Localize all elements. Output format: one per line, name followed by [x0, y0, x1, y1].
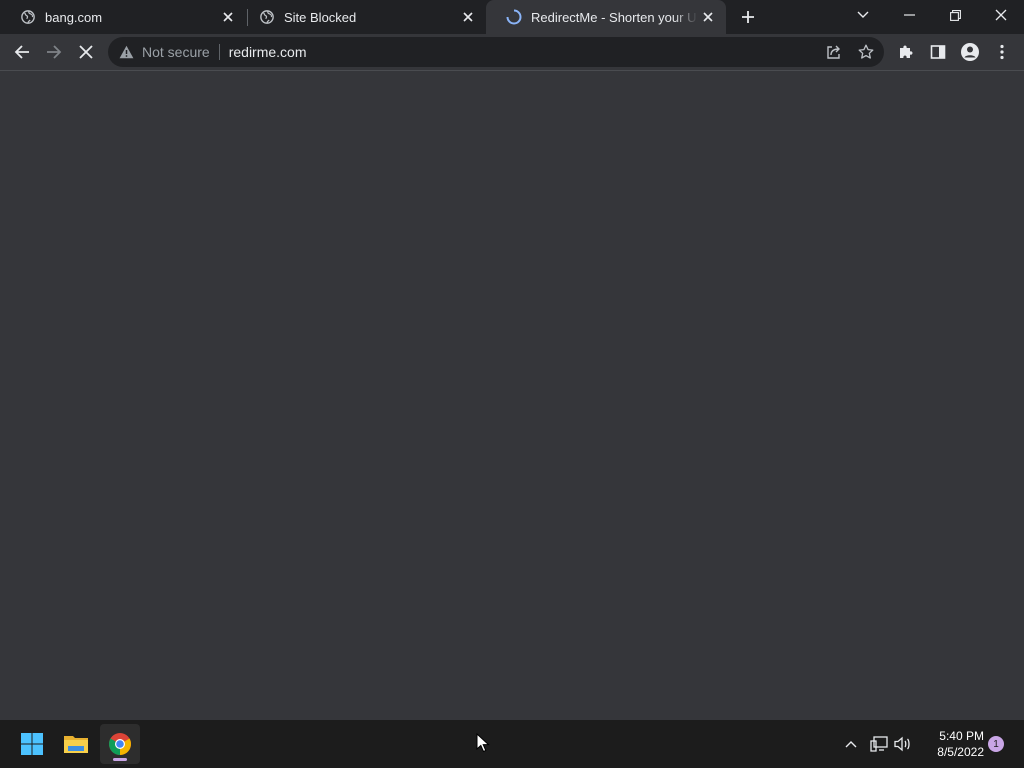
warning-icon[interactable]	[118, 44, 134, 60]
close-tab-icon[interactable]	[458, 7, 478, 27]
restore-button[interactable]	[932, 0, 978, 30]
plus-icon	[742, 11, 754, 23]
system-clock[interactable]: 5:40 PM 8/5/2022	[920, 728, 984, 760]
url-text[interactable]: redirme.com	[229, 44, 307, 60]
mouse-cursor-icon	[476, 733, 490, 753]
chrome-icon	[109, 733, 131, 755]
avatar-icon	[961, 43, 979, 61]
side-panel-button[interactable]	[924, 38, 952, 66]
network-icon[interactable]	[867, 732, 891, 756]
volume-icon[interactable]	[891, 732, 915, 756]
share-icon[interactable]	[822, 40, 846, 64]
windows-logo-icon	[21, 733, 43, 755]
active-app-indicator	[113, 758, 127, 761]
page-content[interactable]	[0, 71, 1024, 720]
folder-icon	[64, 736, 88, 753]
side-panel-icon	[930, 45, 946, 59]
browser-toolbar: Not secure redirme.com	[0, 34, 1024, 70]
globe-icon	[259, 9, 275, 25]
globe-icon	[20, 9, 36, 25]
security-status[interactable]: Not secure	[142, 44, 210, 60]
chrome-menu-button[interactable]	[988, 38, 1016, 66]
extensions-button[interactable]	[892, 38, 920, 66]
puzzle-icon	[900, 45, 913, 58]
minimize-icon	[903, 14, 915, 16]
file-explorer-button[interactable]	[56, 724, 96, 764]
chevron-down-icon	[857, 11, 869, 18]
address-bar[interactable]: Not secure redirme.com	[108, 37, 884, 67]
tab-title: Site Blocked	[284, 9, 357, 25]
profile-button[interactable]	[956, 38, 984, 66]
stop-loading-button[interactable]	[72, 38, 100, 66]
close-icon	[79, 45, 93, 59]
tab-redirectme[interactable]: RedirectMe - Shorten your URL to	[486, 0, 726, 34]
close-tab-icon[interactable]	[698, 7, 718, 27]
tab-search-button[interactable]	[840, 0, 886, 30]
close-window-button[interactable]	[978, 0, 1024, 30]
start-button[interactable]	[12, 724, 52, 764]
tab-title: bang.com	[45, 9, 103, 25]
clock-date: 8/5/2022	[937, 745, 984, 759]
close-tab-icon[interactable]	[218, 7, 238, 27]
loading-spinner-icon	[506, 9, 522, 25]
show-hidden-icons-button[interactable]	[839, 732, 863, 756]
new-tab-button[interactable]	[737, 6, 759, 28]
close-icon	[995, 9, 1007, 21]
tab-title: RedirectMe - Shorten your URL to	[531, 9, 698, 25]
omnibox-divider	[218, 44, 220, 60]
tab-site-blocked[interactable]: Site Blocked	[239, 0, 486, 34]
tab-bang[interactable]: bang.com	[0, 0, 246, 34]
more-vertical-icon	[1000, 44, 1004, 60]
arrow-left-icon	[14, 45, 29, 59]
chrome-taskbar-button[interactable]	[100, 724, 140, 764]
windows-taskbar: 5:40 PM 8/5/2022	[0, 720, 1024, 768]
clock-time: 5:40 PM	[939, 729, 984, 743]
bookmark-star-icon[interactable]	[854, 40, 878, 64]
notification-badge[interactable]: 1	[988, 736, 1004, 752]
forward-button[interactable]	[40, 38, 68, 66]
chevron-up-icon	[845, 741, 857, 748]
tab-strip: bang.com Site Blocked RedirectMe - Short…	[0, 0, 1024, 34]
minimize-button[interactable]	[886, 0, 932, 30]
back-button[interactable]	[8, 38, 36, 66]
restore-icon	[949, 9, 961, 21]
arrow-right-icon	[47, 45, 62, 59]
